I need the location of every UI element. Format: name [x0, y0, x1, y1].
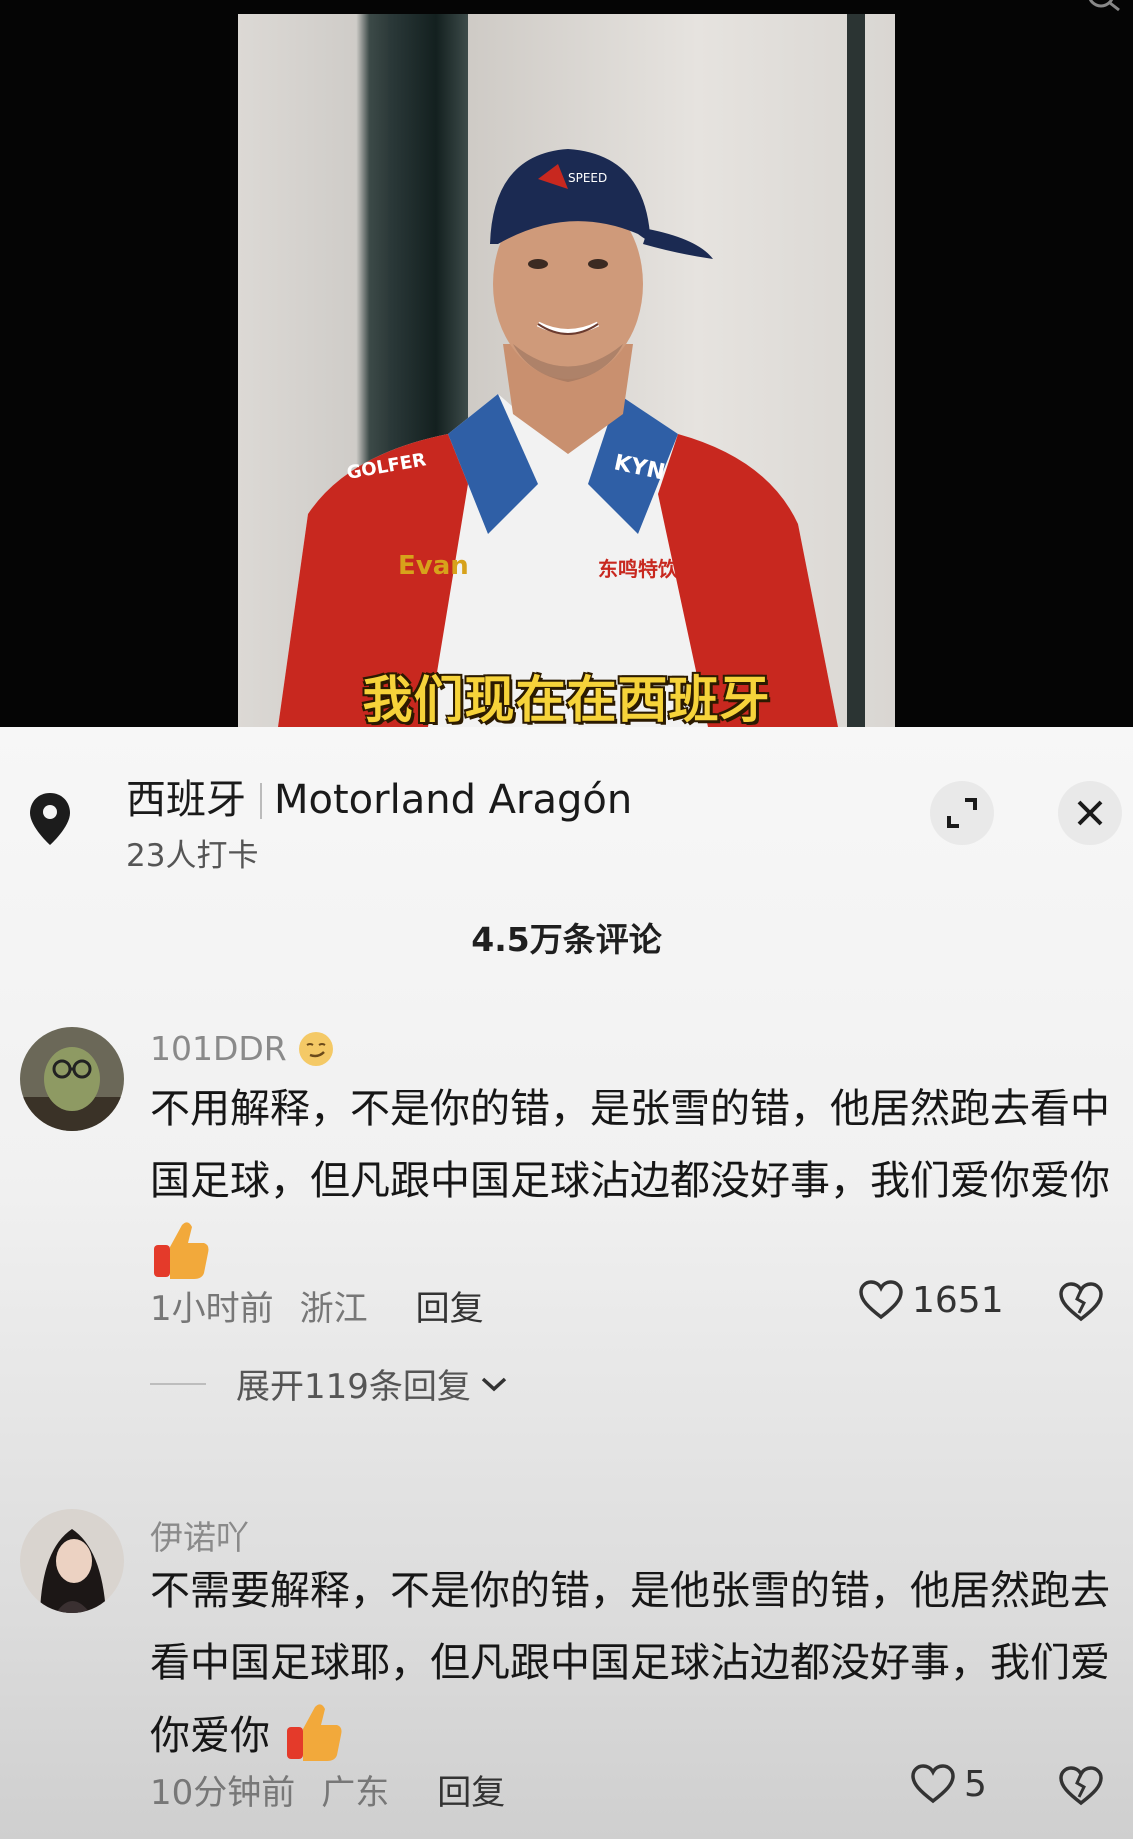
- broken-heart-icon[interactable]: [1058, 1281, 1104, 1323]
- comment-username[interactable]: 101DDR: [150, 1029, 287, 1068]
- comment-count-header: 4.5万条评论: [471, 920, 662, 959]
- comment-text: 不用解释，不是你的错，是张雪的错，他居然跑去看中国足球，但凡跟中国足球沾边都没好…: [150, 1086, 1110, 1204]
- smirk-emoji: [299, 1032, 334, 1066]
- video-player[interactable]: GOLFER KYN Evan 东鸣特饮 SPEED 我们现在在西班牙: [0, 0, 1133, 727]
- comment-region: 浙江: [299, 1289, 368, 1329]
- thumbs-up-emoji: [286, 1704, 342, 1761]
- svg-text:SPEED: SPEED: [568, 171, 607, 185]
- rider-person-image: GOLFER KYN Evan 东鸣特饮 SPEED: [278, 149, 838, 727]
- comment-time: 1小时前: [150, 1289, 274, 1329]
- reply-button[interactable]: 回复: [437, 1773, 505, 1813]
- reply-button[interactable]: 回复: [416, 1289, 484, 1329]
- expand-button[interactable]: [930, 781, 994, 845]
- map-pin-icon: [30, 793, 70, 845]
- checkin-count: 23人打卡: [126, 838, 259, 874]
- like-count: 5: [964, 1763, 987, 1805]
- comments-panel: 西班牙 Motorland Aragón 23人打卡 4.5万条评论 101DD…: [0, 727, 1133, 1839]
- thumbs-up-emoji: [154, 1222, 209, 1279]
- title-separator: [260, 783, 262, 819]
- svg-text:东鸣特饮: 东鸣特饮: [598, 557, 679, 581]
- close-icon: [1077, 800, 1103, 826]
- heart-icon: [859, 1280, 903, 1320]
- like-button[interactable]: 5: [910, 1763, 987, 1805]
- chevron-down-icon: [481, 1377, 507, 1391]
- comment-region: 广东: [321, 1773, 390, 1813]
- avatar[interactable]: [20, 1027, 124, 1131]
- heart-icon: [911, 1764, 955, 1804]
- svg-text:Evan: Evan: [398, 551, 469, 581]
- comment-username[interactable]: 伊诺吖: [150, 1511, 249, 1559]
- video-frame: GOLFER KYN Evan 东鸣特饮 SPEED: [238, 14, 895, 727]
- avatar[interactable]: [20, 1509, 124, 1613]
- search-icon[interactable]: [1085, 0, 1125, 20]
- location-venue: Motorland Aragón: [274, 777, 633, 823]
- like-count: 1651: [912, 1279, 1004, 1321]
- comment-item: 101DDR 不用解释，不是你的错，是张雪的错，他居然跑去看中国足球，但凡跟中国…: [0, 1027, 1133, 1407]
- location-title[interactable]: 西班牙 Motorland Aragón: [126, 767, 632, 825]
- video-subtitle: 我们现在在西班牙: [362, 671, 771, 727]
- like-button[interactable]: 1651: [858, 1279, 1004, 1321]
- close-button[interactable]: [1058, 781, 1122, 845]
- expand-icon: [947, 798, 977, 828]
- expand-replies-button[interactable]: 展开119条回复: [150, 1359, 509, 1408]
- divider-line: [150, 1382, 206, 1385]
- expand-replies-label: 展开119条回复: [236, 1367, 471, 1407]
- location-name: 西班牙: [126, 777, 246, 823]
- comment-time: 10分钟前: [150, 1773, 296, 1813]
- comment-item: 伊诺吖 不需要解释，不是你的错，是他张雪的错，他居然跑去看中国足球耶，但凡跟中国…: [0, 1509, 1133, 1839]
- broken-heart-icon[interactable]: [1058, 1765, 1104, 1807]
